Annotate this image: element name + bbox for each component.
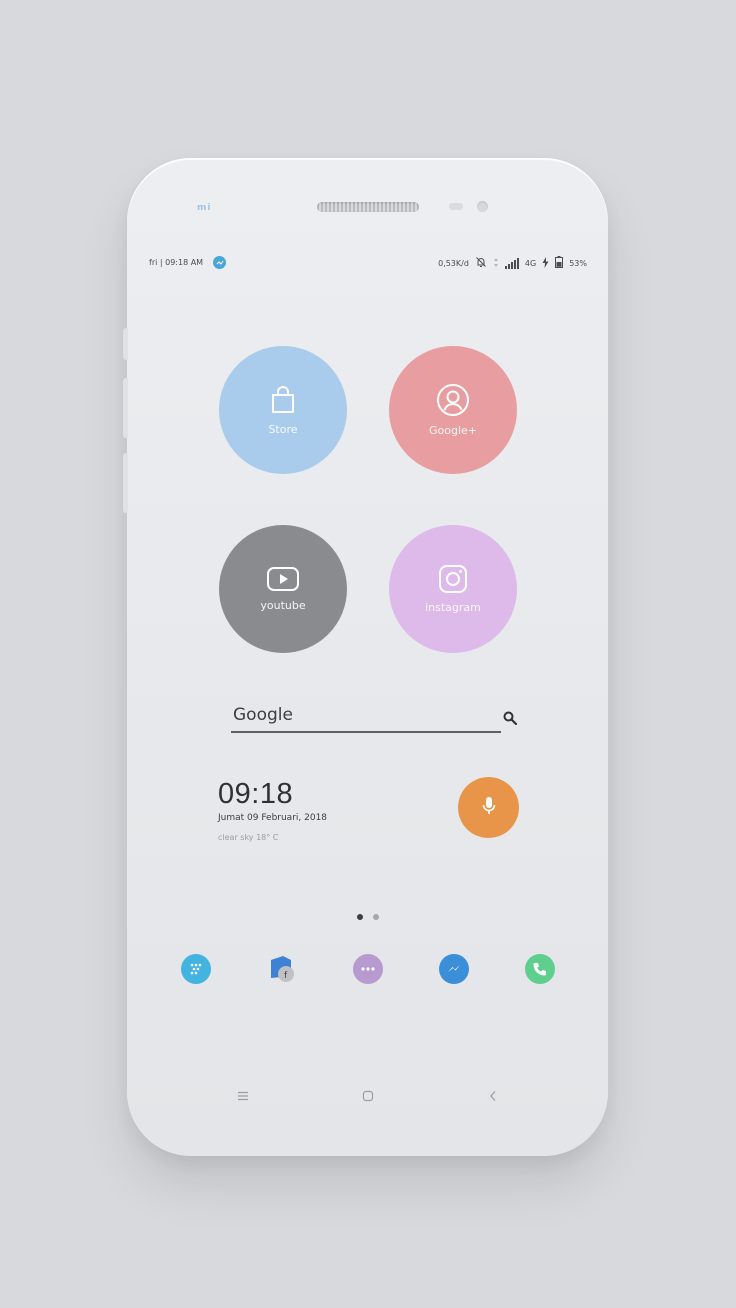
voice-search-button[interactable]	[458, 777, 519, 838]
weather-text: clear sky 18° C	[218, 833, 279, 842]
google-search-bar[interactable]: Google	[231, 705, 518, 733]
clock-time: 09:18	[218, 778, 294, 810]
dock: f	[127, 952, 608, 988]
power-button	[123, 328, 128, 360]
google-plus-label: Google+	[428, 424, 477, 437]
mi-logo: mi	[197, 203, 212, 213]
google-plus-app[interactable]: Google+	[389, 346, 517, 474]
front-camera	[477, 201, 488, 212]
back-icon[interactable]	[483, 1086, 503, 1106]
page-dot-active	[357, 914, 363, 920]
network-speed: 0,53K/d	[438, 258, 469, 268]
profile-icon	[436, 383, 470, 417]
page-dot	[373, 914, 379, 920]
shopping-bag-icon	[267, 384, 299, 416]
battery-percent: 53%	[569, 258, 587, 268]
store-app[interactable]: Store	[219, 346, 347, 474]
youtube-label: youtube	[260, 599, 306, 612]
volume-up-button	[123, 378, 128, 438]
signal-strength-icon	[504, 257, 519, 269]
data-arrows-icon	[493, 257, 499, 270]
clock-date: Jumat 09 Februari, 2018	[218, 813, 328, 823]
bell-off-icon	[475, 256, 487, 270]
earpiece-speaker	[317, 202, 419, 212]
phone-frame: mi fri | 09:18 AM 0,53K/d 4G 53% Store G…	[123, 158, 608, 1156]
instagram-icon	[438, 564, 468, 594]
status-time: fri | 09:18 AM	[149, 258, 204, 267]
search-underline	[231, 731, 501, 733]
facebook-icon[interactable]: f	[267, 954, 297, 984]
home-icon[interactable]	[358, 1086, 378, 1106]
store-label: Store	[268, 423, 298, 436]
search-label: Google	[233, 705, 293, 725]
microphone-icon	[482, 796, 496, 820]
navigation-bar	[127, 1086, 608, 1106]
page-indicator	[357, 914, 379, 920]
network-type: 4G	[524, 258, 537, 268]
youtube-app[interactable]: youtube	[219, 525, 347, 653]
phone-icon[interactable]	[525, 954, 555, 984]
instagram-label: instagram	[425, 601, 481, 614]
signal-app-icon	[213, 256, 227, 269]
play-icon	[266, 566, 300, 592]
proximity-sensor	[449, 203, 463, 210]
messaging-icon[interactable]	[353, 954, 383, 984]
battery-icon	[555, 256, 564, 270]
volume-down-button	[123, 453, 128, 513]
status-bar: fri | 09:18 AM 0,53K/d 4G 53%	[149, 254, 587, 270]
blackberry-messenger-icon[interactable]	[181, 954, 211, 984]
menu-icon[interactable]	[233, 1086, 253, 1106]
search-icon[interactable]	[503, 710, 518, 729]
messenger-icon[interactable]	[439, 954, 469, 984]
instagram-app[interactable]: instagram	[389, 525, 517, 653]
charging-icon	[542, 256, 549, 270]
